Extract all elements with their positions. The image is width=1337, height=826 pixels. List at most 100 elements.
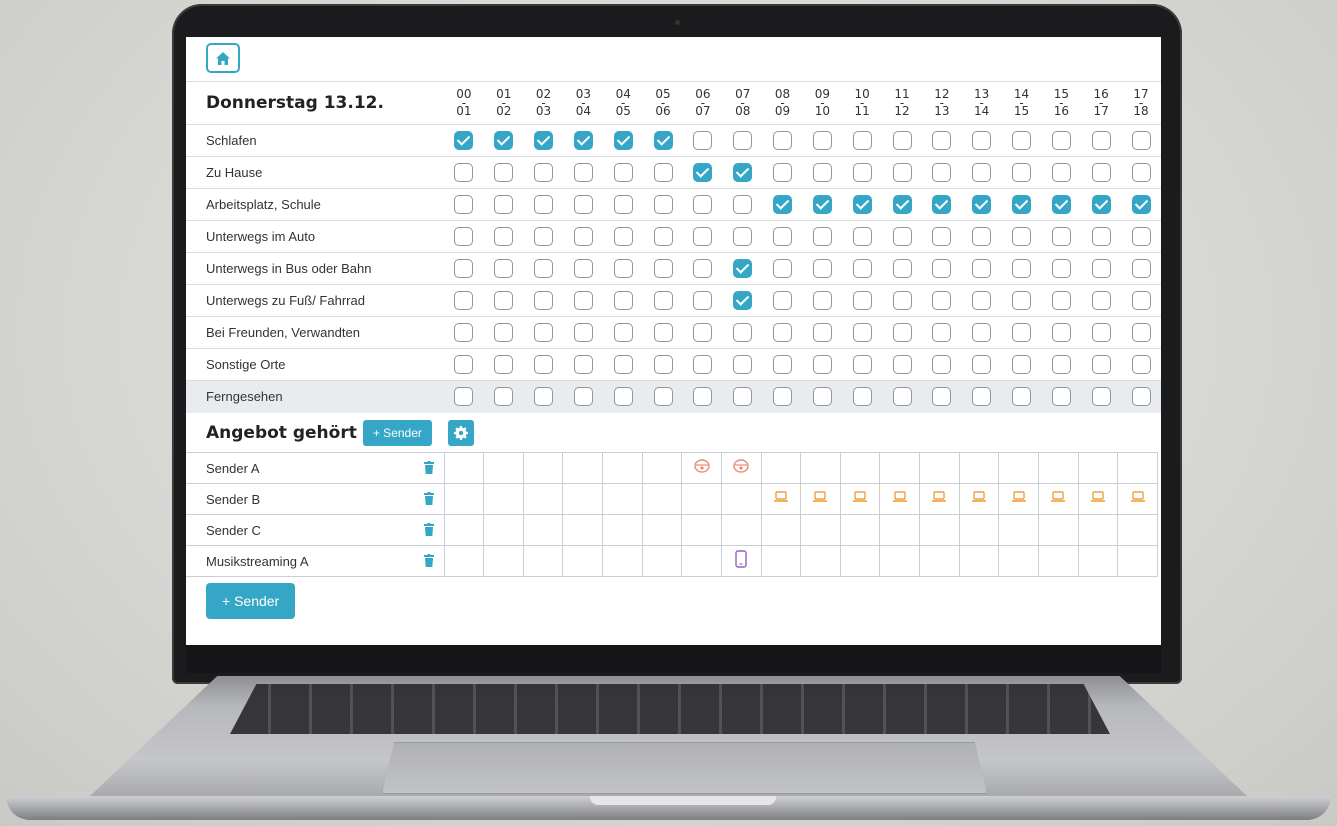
station-hour-cell[interactable]: [443, 452, 485, 484]
checkbox[interactable]: [534, 259, 554, 278]
checkbox[interactable]: [932, 291, 952, 310]
checkbox[interactable]: [494, 227, 514, 246]
checkbox[interactable]: [494, 355, 514, 374]
checkbox-checked[interactable]: [1012, 195, 1031, 214]
checkbox[interactable]: [1051, 227, 1071, 246]
station-hour-cell[interactable]: [483, 514, 524, 546]
checkbox-checked[interactable]: [494, 131, 514, 150]
checkbox[interactable]: [812, 355, 832, 374]
checkbox[interactable]: [1131, 163, 1151, 182]
trash-icon[interactable]: [423, 523, 434, 539]
station-hour-cell[interactable]: [800, 514, 841, 546]
checkbox[interactable]: [892, 291, 912, 310]
station-hour-cell[interactable]: [1077, 452, 1119, 484]
checkbox[interactable]: [693, 227, 713, 246]
checkbox[interactable]: [892, 355, 912, 374]
checkbox[interactable]: [1091, 131, 1111, 150]
checkbox[interactable]: [733, 323, 753, 342]
station-hour-cell[interactable]: [919, 452, 960, 484]
checkbox[interactable]: [653, 355, 673, 374]
station-hour-cell[interactable]: [1037, 545, 1079, 577]
station-hour-cell[interactable]: [602, 483, 643, 515]
checkbox-checked[interactable]: [613, 131, 633, 150]
checkbox[interactable]: [534, 195, 554, 214]
checkbox[interactable]: [972, 355, 992, 374]
checkbox[interactable]: [733, 227, 753, 246]
station-hour-cell[interactable]: [919, 545, 960, 577]
station-hour-cell[interactable]: [681, 545, 722, 577]
checkbox-checked[interactable]: [972, 195, 992, 214]
checkbox[interactable]: [573, 355, 593, 374]
checkbox[interactable]: [573, 291, 593, 310]
checkbox[interactable]: [1091, 227, 1111, 246]
checkbox[interactable]: [693, 195, 713, 214]
station-hour-cell[interactable]: [522, 483, 564, 515]
checkbox[interactable]: [972, 323, 992, 342]
station-hour-cell[interactable]: [1037, 483, 1079, 515]
station-hour-cell[interactable]: [998, 483, 1039, 515]
station-hour-cell[interactable]: [800, 452, 841, 484]
checkbox[interactable]: [972, 387, 992, 407]
checkbox-checked[interactable]: [1051, 195, 1071, 214]
checkbox[interactable]: [454, 195, 474, 214]
checkbox[interactable]: [733, 355, 753, 374]
checkbox-checked[interactable]: [573, 131, 593, 150]
station-hour-cell[interactable]: [800, 545, 841, 577]
settings-button[interactable]: [447, 420, 474, 446]
checkbox[interactable]: [1131, 227, 1151, 246]
checkbox-checked[interactable]: [733, 163, 753, 182]
checkbox[interactable]: [852, 291, 872, 310]
checkbox-checked[interactable]: [932, 195, 952, 214]
checkbox[interactable]: [932, 163, 952, 182]
checkbox[interactable]: [693, 259, 713, 278]
station-hour-cell[interactable]: [443, 514, 485, 546]
station-hour-cell[interactable]: [879, 514, 920, 546]
checkbox-checked[interactable]: [733, 259, 753, 278]
checkbox[interactable]: [573, 195, 593, 214]
checkbox[interactable]: [534, 291, 554, 310]
checkbox[interactable]: [613, 195, 633, 214]
checkbox[interactable]: [852, 355, 872, 374]
station-hour-cell[interactable]: [879, 545, 920, 577]
station-hour-cell[interactable]: [641, 452, 683, 484]
checkbox[interactable]: [773, 387, 793, 407]
checkbox[interactable]: [653, 163, 673, 182]
station-hour-cell[interactable]: [443, 483, 485, 515]
station-hour-cell[interactable]: [641, 483, 683, 515]
checkbox[interactable]: [852, 131, 872, 150]
checkbox[interactable]: [653, 387, 673, 407]
checkbox[interactable]: [852, 259, 872, 278]
trash-icon[interactable]: [423, 492, 434, 508]
station-hour-cell[interactable]: [641, 514, 683, 546]
checkbox[interactable]: [972, 291, 992, 310]
checkbox[interactable]: [613, 227, 633, 246]
station-hour-cell[interactable]: [522, 452, 564, 484]
checkbox[interactable]: [613, 387, 633, 407]
station-hour-cell[interactable]: [720, 514, 762, 546]
checkbox[interactable]: [932, 259, 952, 278]
checkbox[interactable]: [494, 323, 514, 342]
checkbox[interactable]: [454, 387, 474, 407]
station-hour-cell[interactable]: [720, 545, 762, 577]
checkbox[interactable]: [1012, 163, 1031, 182]
station-hour-cell[interactable]: [522, 514, 564, 546]
station-hour-cell[interactable]: [522, 545, 564, 577]
checkbox[interactable]: [454, 355, 474, 374]
station-hour-cell[interactable]: [998, 452, 1039, 484]
checkbox[interactable]: [852, 163, 872, 182]
checkbox[interactable]: [773, 291, 793, 310]
trash-icon[interactable]: [423, 461, 434, 477]
checkbox[interactable]: [892, 227, 912, 246]
checkbox-checked[interactable]: [852, 195, 872, 214]
checkbox[interactable]: [773, 259, 793, 278]
checkbox[interactable]: [494, 163, 514, 182]
checkbox[interactable]: [1051, 259, 1071, 278]
station-hour-cell[interactable]: [483, 545, 524, 577]
checkbox[interactable]: [773, 355, 793, 374]
checkbox[interactable]: [773, 163, 793, 182]
station-hour-cell[interactable]: [443, 545, 485, 577]
checkbox[interactable]: [573, 259, 593, 278]
station-hour-cell[interactable]: [958, 545, 1000, 577]
station-hour-cell[interactable]: [1117, 514, 1158, 546]
checkbox[interactable]: [653, 323, 673, 342]
